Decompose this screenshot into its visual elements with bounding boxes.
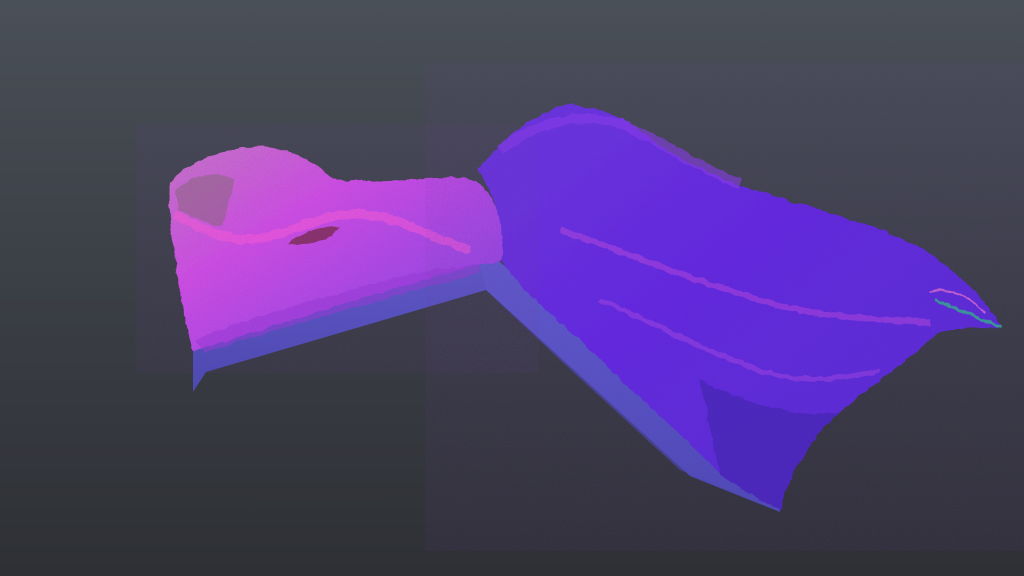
surface-grain: [169, 104, 1002, 510]
3d-viewport[interactable]: [0, 0, 1024, 576]
terrain-render: [169, 104, 1003, 512]
